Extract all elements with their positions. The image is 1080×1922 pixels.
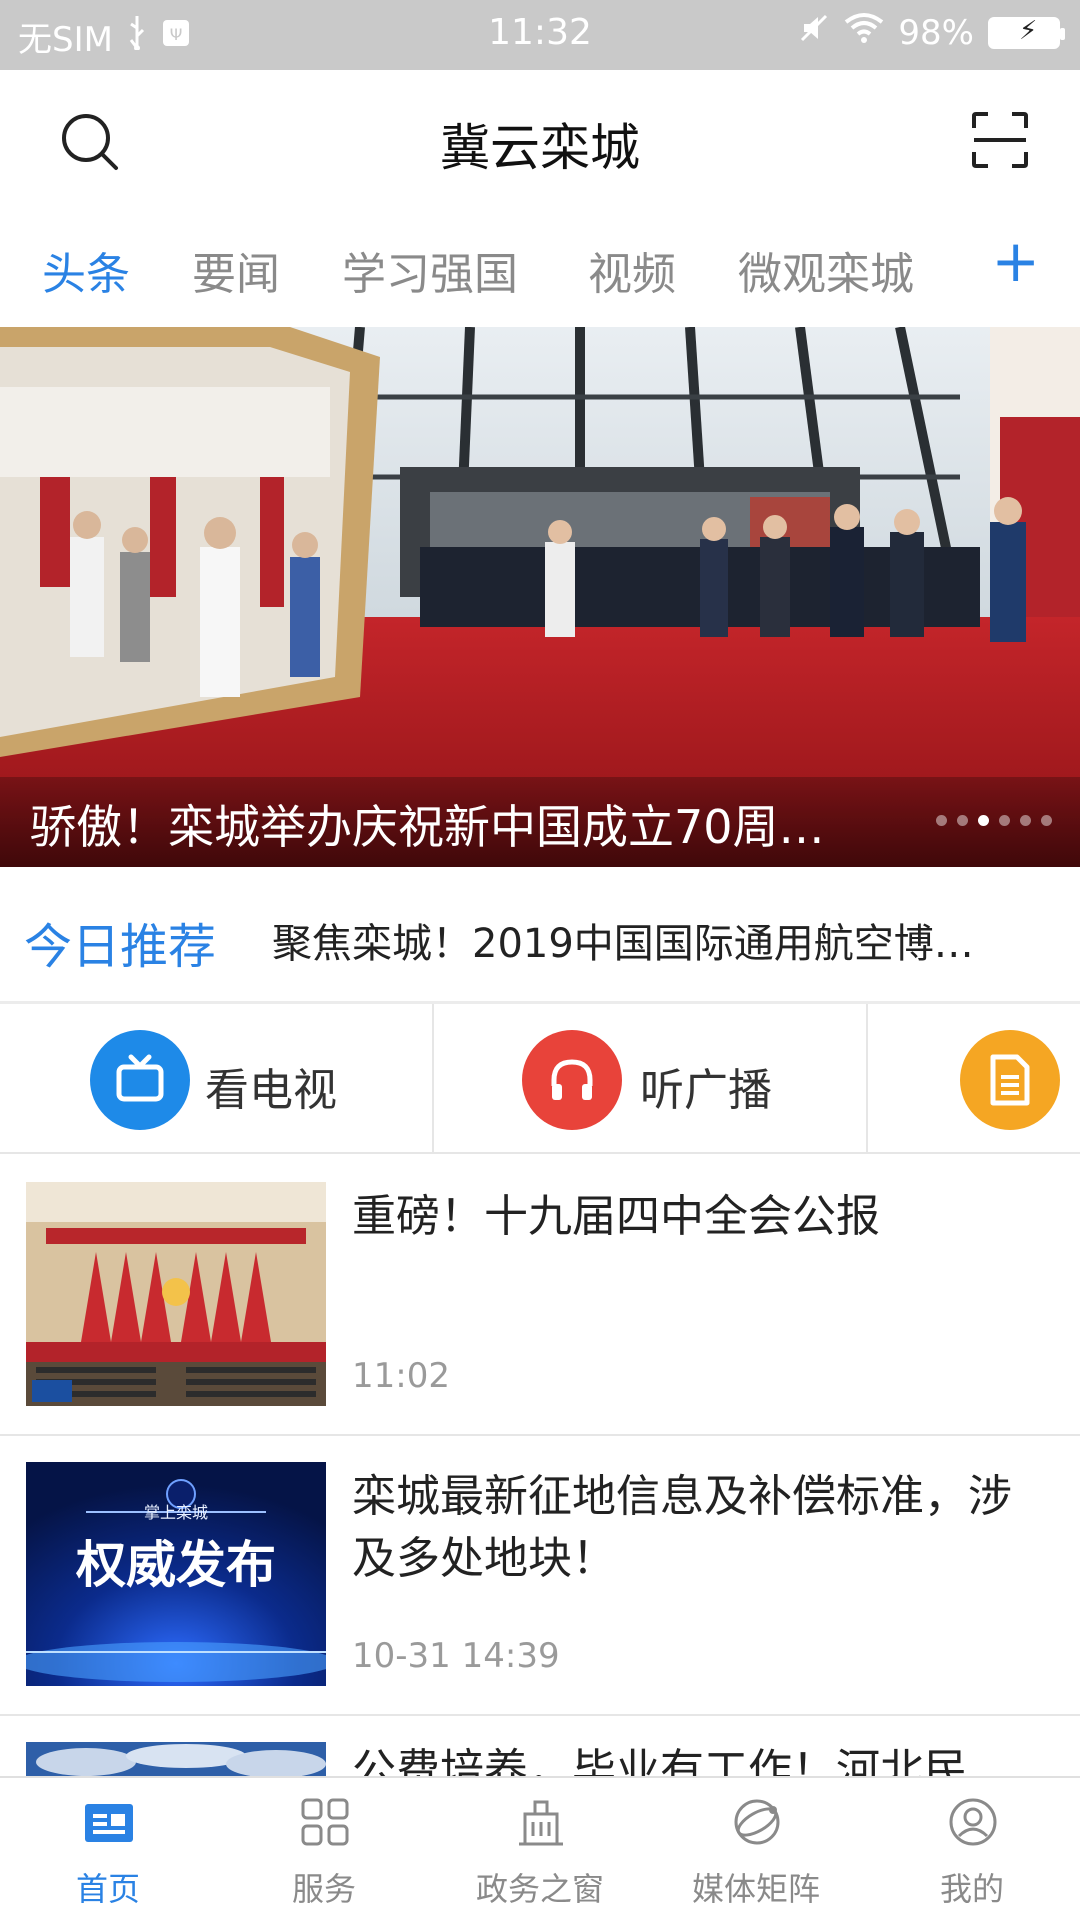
carousel-dot[interactable] xyxy=(999,815,1010,826)
carousel-dot-active[interactable] xyxy=(978,815,989,826)
nav-mine-label: 我的 xyxy=(939,1870,1004,1908)
nav-home-label: 首页 xyxy=(75,1870,140,1908)
document-icon xyxy=(960,1030,1060,1130)
nav-mine[interactable]: 我的 xyxy=(864,1778,1080,1922)
banner-caption-bar: 骄傲！栾城举办庆祝新中国成立70周… xyxy=(0,777,1080,867)
news-title: 公费培养，毕业有工作！河北民 xyxy=(352,1745,968,1776)
tab-headline[interactable]: 头条 xyxy=(42,238,130,302)
listen-radio-label: 听广播 xyxy=(640,1065,772,1116)
status-right: 98% ⚡ xyxy=(798,12,1065,53)
nav-home[interactable]: 首页 xyxy=(0,1778,216,1922)
watch-tv-button[interactable]: 看电视 xyxy=(0,1004,434,1154)
tv-icon xyxy=(90,1030,190,1130)
add-channel-button[interactable]: + xyxy=(991,232,1040,290)
channel-tabs: 头条 要闻 学习强国 视频 微观栾城 + xyxy=(0,210,1080,326)
news-time: 10-31 14:39 xyxy=(352,1636,560,1676)
carousel-dot[interactable] xyxy=(936,815,947,826)
news-thumbnail xyxy=(26,1742,326,1776)
tab-important-news[interactable]: 要闻 xyxy=(192,238,280,302)
news-item[interactable]: 重磅！十九届四中全会公报 11:02 xyxy=(0,1156,1080,1436)
nav-media[interactable]: 媒体矩阵 xyxy=(648,1778,864,1922)
tab-micro-luancheng[interactable]: 微观栾城 xyxy=(738,238,914,302)
mute-icon xyxy=(798,12,830,53)
page-title: 冀云栾城 xyxy=(440,119,640,177)
recommend-headline[interactable]: 聚焦栾城！2019中国国际通用航空博… xyxy=(272,911,1022,969)
carousel-dot[interactable] xyxy=(957,815,968,826)
news-item[interactable]: 公费培养，毕业有工作！河北民 xyxy=(0,1716,1080,1776)
today-recommend[interactable]: 今日推荐 聚焦栾城！2019中国国际通用航空博… xyxy=(0,867,1080,1001)
headphones-icon xyxy=(522,1030,622,1130)
carousel-dots xyxy=(936,815,1052,826)
wifi-icon xyxy=(844,12,884,53)
user-icon xyxy=(949,1798,997,1846)
nav-government[interactable]: 政务之窗 xyxy=(432,1778,648,1922)
banner-carousel[interactable]: 骄傲！栾城举办庆祝新中国成立70周… xyxy=(0,327,1080,867)
news-time: 11:02 xyxy=(352,1356,450,1396)
battery-percent: 98% xyxy=(898,12,974,53)
news-title: 重磅！十九届四中全会公报 xyxy=(352,1191,880,1242)
news-thumbnail xyxy=(26,1182,326,1406)
scan-icon xyxy=(972,112,1028,168)
banner-caption: 骄傲！栾城举办庆祝新中国成立70周… xyxy=(30,800,825,854)
globe-icon xyxy=(734,1799,780,1845)
building-icon xyxy=(519,1800,563,1846)
listen-radio-button[interactable]: 听广播 xyxy=(434,1004,868,1154)
home-icon xyxy=(85,1804,133,1842)
news-thumbnail: 掌上栾城 权威发布 xyxy=(26,1462,326,1686)
status-bar: 无SIM Ψ 11:32 98% ⚡ xyxy=(0,0,1080,70)
app-header: 冀云栾城 xyxy=(0,70,1080,210)
scan-button[interactable] xyxy=(970,110,1030,170)
nav-services[interactable]: 服务 xyxy=(216,1778,432,1922)
nav-media-label: 媒体矩阵 xyxy=(691,1870,820,1908)
recommend-label: 今日推荐 xyxy=(24,919,217,975)
tab-video[interactable]: 视频 xyxy=(588,238,676,302)
nav-government-label: 政务之窗 xyxy=(475,1870,604,1908)
read-document-button[interactable] xyxy=(868,1004,1080,1154)
tab-xuexi-qiangguo[interactable]: 学习强国 xyxy=(342,238,518,302)
carousel-dot[interactable] xyxy=(1041,815,1052,826)
news-title: 栾城最新征地信息及补偿标准，涉及多处地块！ xyxy=(352,1471,1012,1584)
carousel-dot[interactable] xyxy=(1020,815,1031,826)
thumb-subtext: 掌上栾城 xyxy=(144,1503,208,1522)
news-item[interactable]: 掌上栾城 权威发布 栾城最新征地信息及补偿标准，涉及多处地块！ 10-31 14… xyxy=(0,1436,1080,1716)
nav-services-label: 服务 xyxy=(291,1870,356,1908)
watch-tv-label: 看电视 xyxy=(205,1065,337,1116)
bottom-navigation: 首页 服务 政务之窗 媒体矩阵 我的 xyxy=(0,1776,1080,1920)
thumb-text: 权威发布 xyxy=(75,1536,276,1594)
quick-links: 看电视 听广播 xyxy=(0,1004,1080,1154)
battery-icon: ⚡ xyxy=(988,16,1065,49)
grid-icon xyxy=(301,1798,349,1846)
